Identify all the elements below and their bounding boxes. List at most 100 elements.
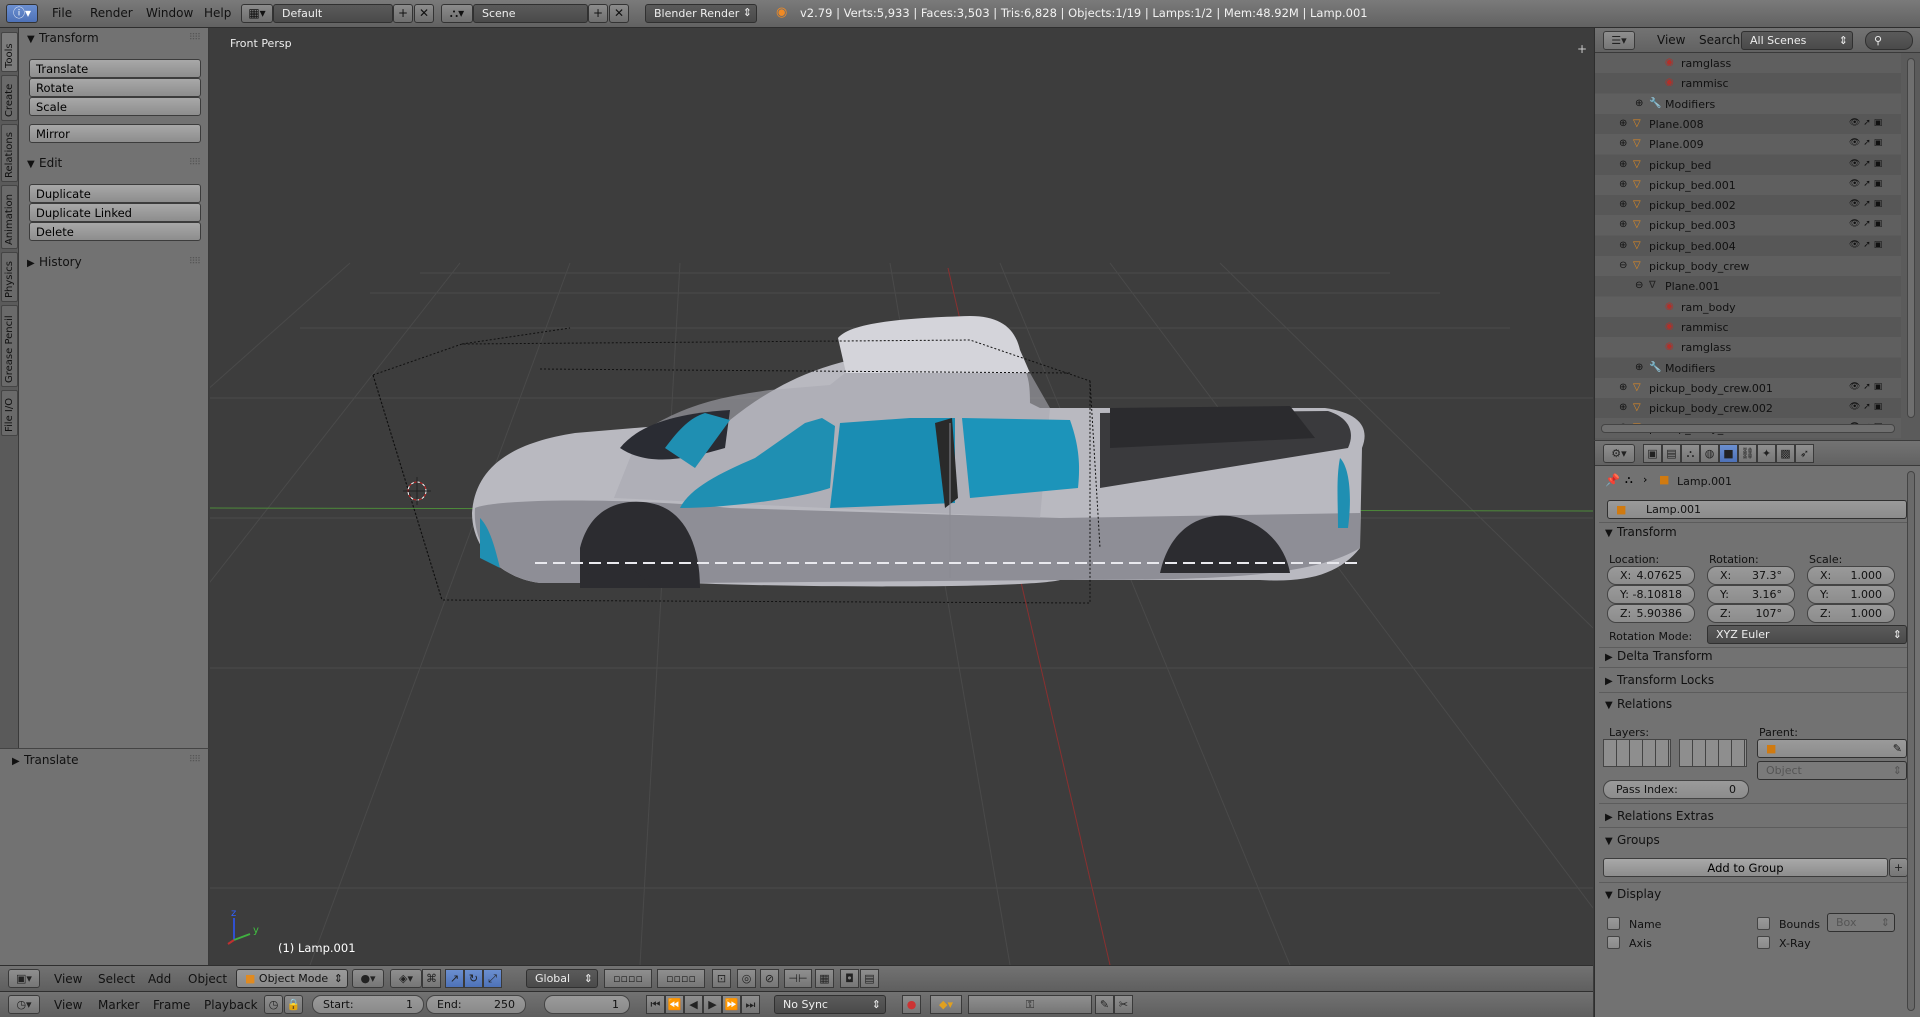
scale-manipulator-icon[interactable]: ⤢ xyxy=(483,969,502,988)
end-frame-field[interactable]: End: 250 xyxy=(426,995,526,1014)
scale-z-field[interactable]: Z: 1.000 xyxy=(1807,604,1895,623)
scale-button[interactable]: Scale xyxy=(29,97,201,116)
outliner-row[interactable]: ⊕ ▽ pickup_bed.002 👁 ➚ ▣ xyxy=(1595,195,1901,216)
tab-texture[interactable]: ▩ xyxy=(1776,444,1795,463)
tab-data[interactable]: ✦ xyxy=(1757,444,1776,463)
translate-manipulator-icon[interactable]: ↗ xyxy=(445,969,464,988)
outliner-row[interactable]: ⊕ ▽ Plane.008 👁 ➚ ▣ xyxy=(1595,113,1901,134)
timeline-menu-view[interactable]: View xyxy=(54,998,82,1012)
proportional-edit-icon[interactable]: ◎ xyxy=(737,969,756,988)
editor-type-icon[interactable]: ▣▾ xyxy=(8,969,40,988)
outliner-row[interactable]: ◉ ramglass xyxy=(1595,53,1901,73)
object-name-field[interactable]: ■ Lamp.001 xyxy=(1607,500,1907,519)
jump-end-icon[interactable]: ⏭ xyxy=(741,995,760,1014)
outliner-row[interactable]: ⊕ ▽ pickup_bed.001 👁 ➚ ▣ xyxy=(1595,174,1901,195)
outliner-row[interactable]: ◉ rammisc xyxy=(1595,316,1901,337)
visibility-toggle-icons[interactable]: 👁 ➚ ▣ xyxy=(1849,159,1882,169)
operator-panel-header[interactable]: ▶ Translate xyxy=(12,753,79,767)
menu-view[interactable]: View xyxy=(54,972,82,986)
visibility-toggle-icons[interactable]: 👁 ➚ ▣ xyxy=(1849,199,1882,209)
insert-keyframe-icon[interactable]: ✎ xyxy=(1095,995,1114,1014)
delete-keyframe-icon[interactable]: ✂ xyxy=(1114,995,1133,1014)
rotation-z-field[interactable]: Z: 107° xyxy=(1707,604,1795,623)
drag-grip-icon[interactable]: ⠿⠿ xyxy=(189,158,201,168)
display-axis-checkbox[interactable] xyxy=(1607,936,1620,949)
drag-grip-icon[interactable]: ⠿⠿ xyxy=(189,257,201,267)
translate-button[interactable]: Translate xyxy=(29,59,201,78)
area-split-icon[interactable]: + xyxy=(1577,42,1587,56)
new-group-plus-icon[interactable]: + xyxy=(1889,858,1908,877)
tab-physics-props[interactable]: ➶ xyxy=(1795,444,1814,463)
collapse-icon[interactable]: ⊖ xyxy=(1619,260,1627,271)
expand-icon[interactable]: ⊕ xyxy=(1619,159,1627,170)
display-name-checkbox[interactable] xyxy=(1607,917,1620,930)
layers-grid-b[interactable] xyxy=(1679,739,1747,767)
scene-icon[interactable]: ⛬▾ xyxy=(441,4,473,23)
tab-object[interactable]: ■ xyxy=(1719,444,1738,463)
display-header[interactable]: ▼ Display xyxy=(1605,887,1661,901)
rotation-x-field[interactable]: X: 37.3° xyxy=(1707,566,1795,585)
current-frame-field[interactable]: 1 xyxy=(544,995,630,1014)
expand-icon[interactable]: ⊕ xyxy=(1635,362,1643,373)
expand-icon[interactable]: ⊕ xyxy=(1635,98,1643,109)
expand-icon[interactable]: ⊕ xyxy=(1619,219,1627,230)
add-to-group-button[interactable]: Add to Group xyxy=(1603,858,1888,877)
3d-viewport[interactable]: z y Front Persp (1) Lamp.001 + xyxy=(210,28,1593,965)
record-icon[interactable]: ● xyxy=(902,995,921,1014)
collapse-icon[interactable]: ⊖ xyxy=(1635,280,1643,291)
play-icon[interactable]: ▶ xyxy=(703,995,722,1014)
expand-icon[interactable]: ⊕ xyxy=(1619,382,1627,393)
lock-layers-icon[interactable]: ⊡ xyxy=(712,969,731,988)
delta-transform-header[interactable]: ▶ Delta Transform xyxy=(1605,649,1713,663)
expand-icon[interactable]: ⊕ xyxy=(1619,402,1627,413)
mode-select[interactable]: ■ Object Mode ⇕ xyxy=(236,969,348,988)
drag-grip-icon[interactable]: ⠿⠿ xyxy=(189,33,201,43)
menu-object[interactable]: Object xyxy=(188,972,227,986)
play-reverse-icon[interactable]: ◀ xyxy=(684,995,703,1014)
outliner-row[interactable]: ⊖ ∇ Plane.001 xyxy=(1595,276,1901,297)
visibility-toggle-icons[interactable]: 👁 ➚ ▣ xyxy=(1849,138,1882,148)
start-frame-field[interactable]: Start: 1 xyxy=(312,995,424,1014)
tab-relations[interactable]: Relations xyxy=(1,124,18,182)
outliner-row[interactable]: ⊕ 🔧 Modifiers xyxy=(1595,357,1901,378)
layers-grid-a[interactable] xyxy=(1603,739,1671,767)
orientation-select[interactable]: Global ⇕ xyxy=(526,969,598,988)
mirror-button[interactable]: Mirror xyxy=(29,124,201,143)
timeline-menu-playback[interactable]: Playback xyxy=(204,998,258,1012)
manipulator-toggle-icon[interactable]: ⌘ xyxy=(422,969,441,988)
outliner-row[interactable]: ⊕ ▽ pickup_body_crew.002 👁 ➚ ▣ xyxy=(1595,398,1901,419)
expand-icon[interactable]: ⊕ xyxy=(1619,138,1627,149)
scene-field[interactable]: Scene xyxy=(473,4,588,23)
transform-locks-header[interactable]: ▶ Transform Locks xyxy=(1605,673,1714,687)
menu-window[interactable]: Window xyxy=(146,6,193,20)
tab-tools[interactable]: Tools xyxy=(1,32,18,72)
snap-toggle-icon[interactable]: ⊘ xyxy=(760,969,779,988)
expand-icon[interactable]: ⊕ xyxy=(1619,179,1627,190)
timeline-menu-frame[interactable]: Frame xyxy=(153,998,190,1012)
outliner-editor-icon[interactable]: ☰▾ xyxy=(1603,31,1635,50)
tab-render[interactable]: ▣ xyxy=(1643,444,1662,463)
screen-layout-icon[interactable]: ▦▾ xyxy=(241,4,273,23)
pass-index-field[interactable]: Pass Index: 0 xyxy=(1603,780,1749,799)
parent-field[interactable]: ■ ✎ xyxy=(1757,739,1907,758)
outliner-row[interactable]: ⊕ ▽ pickup_bed 👁 ➚ ▣ xyxy=(1595,154,1901,175)
rotation-mode-select[interactable]: XYZ Euler ⇕ xyxy=(1707,625,1907,644)
add-layout-button[interactable]: + xyxy=(393,4,413,23)
add-scene-button[interactable]: + xyxy=(588,4,608,23)
rotation-y-field[interactable]: Y: 3.16° xyxy=(1707,585,1795,604)
menu-render[interactable]: Render xyxy=(90,6,133,20)
visibility-toggle-icons[interactable]: 👁 ➚ ▣ xyxy=(1849,402,1882,412)
menu-help[interactable]: Help xyxy=(204,6,231,20)
delete-scene-button[interactable]: ✕ xyxy=(609,4,629,23)
outliner-vertical-scrollbar[interactable] xyxy=(1907,58,1915,418)
tab-create[interactable]: Create xyxy=(1,75,18,121)
visibility-toggle-icons[interactable]: 👁 ➚ ▣ xyxy=(1849,240,1882,250)
outliner-menu-search[interactable]: Search xyxy=(1699,33,1740,47)
lock-icon[interactable]: 🔒 xyxy=(284,995,303,1014)
outliner-row[interactable]: ⊖ ▽ pickup_body_crew xyxy=(1595,256,1901,276)
animation-render-icon[interactable]: ▤ xyxy=(860,969,879,988)
location-y-field[interactable]: Y: -8.10818 xyxy=(1607,585,1695,604)
outliner-row[interactable]: ◉ ram_body xyxy=(1595,296,1901,317)
render-engine-select[interactable]: Blender Render ⇕ xyxy=(645,4,757,23)
duplicate-button[interactable]: Duplicate xyxy=(29,184,201,203)
